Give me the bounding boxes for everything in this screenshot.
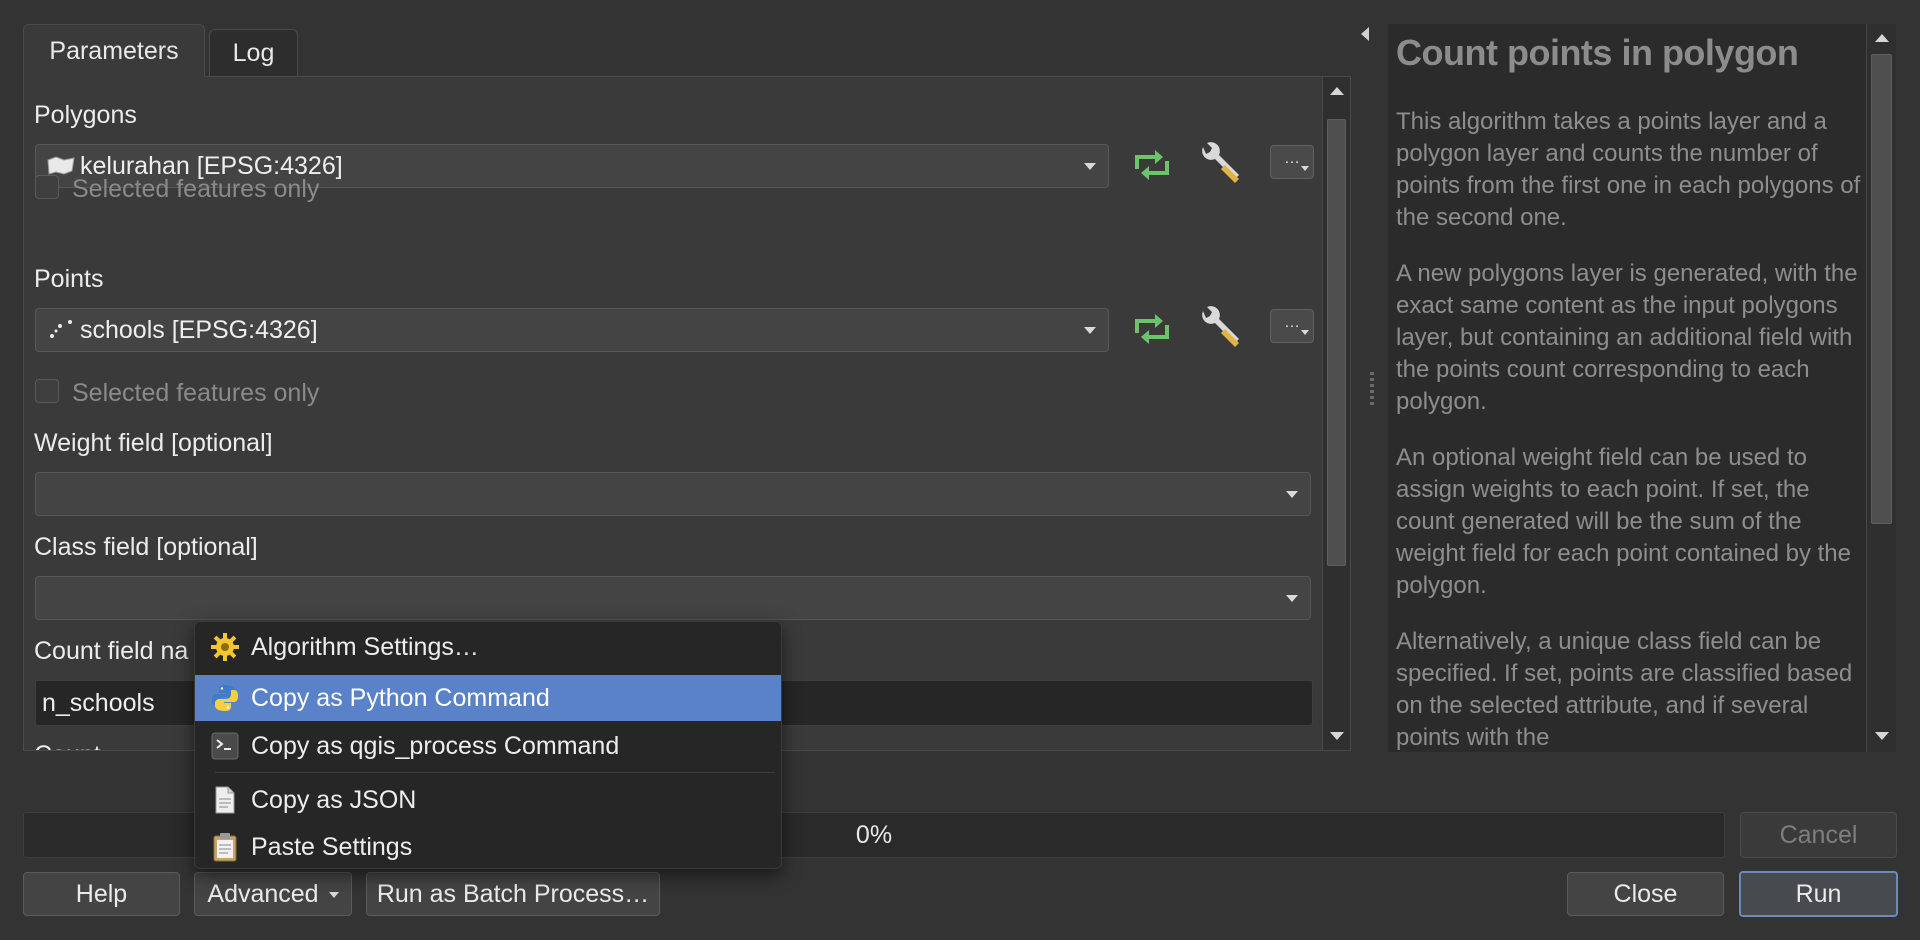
menu-item-copy-json[interactable]: Copy as JSON [195, 777, 781, 823]
splitter-handle[interactable] [1370, 372, 1374, 406]
weight-field-combobox[interactable] [35, 472, 1311, 516]
advanced-button[interactable]: Advanced [194, 872, 352, 916]
polygon-layer-icon [46, 155, 76, 177]
help-paragraph-4: Alternatively, a unique class field can … [1396, 628, 1853, 751]
tab-log[interactable]: Log [209, 29, 298, 76]
points-selected-only-label: Selected features only [72, 379, 320, 407]
class-field-label: Class field [optional] [34, 533, 258, 561]
scroll-up-icon[interactable] [1874, 34, 1889, 42]
close-button[interactable]: Close [1567, 872, 1724, 916]
chevron-down-icon [1301, 166, 1309, 171]
cancel-button[interactable]: Cancel [1740, 812, 1897, 858]
weight-field-label: Weight field [optional] [34, 429, 273, 457]
menu-item-copy-python[interactable]: Copy as Python Command [195, 675, 781, 721]
wrench-icon [1195, 139, 1245, 194]
run-button[interactable]: Run [1739, 871, 1898, 917]
chevron-down-icon [1084, 327, 1096, 334]
scrollbar-thumb[interactable] [1327, 119, 1346, 566]
wrench-icon [1195, 303, 1245, 358]
class-field-combobox[interactable] [35, 576, 1311, 620]
polygons-settings-button[interactable] [1194, 141, 1246, 191]
menu-separator [215, 772, 775, 773]
polygons-browse-button[interactable]: … [1270, 145, 1314, 179]
run-batch-button[interactable]: Run as Batch Process… [366, 872, 660, 916]
gear-icon [209, 631, 241, 663]
points-combobox[interactable]: schools [EPSG:4326] [35, 308, 1109, 352]
scrollbar-thumb[interactable] [1871, 54, 1892, 524]
count-field-label: Count field na [34, 637, 189, 665]
help-paragraph-1: This algorithm takes a points layer and … [1396, 108, 1861, 231]
scroll-down-icon[interactable] [1329, 732, 1344, 740]
collapse-help-icon[interactable] [1361, 27, 1369, 41]
points-value: schools [EPSG:4326] [80, 315, 318, 344]
scroll-down-icon[interactable] [1874, 732, 1889, 740]
polygons-selected-only-checkbox[interactable] [35, 175, 59, 199]
help-scrollbar[interactable] [1866, 24, 1896, 752]
menu-item-copy-qgis-process[interactable]: Copy as qgis_process Command [195, 723, 781, 769]
polygons-selected-only-label: Selected features only [72, 175, 320, 203]
help-panel: Count points in polygon This algorithm t… [1388, 24, 1866, 752]
help-title: Count points in polygon [1396, 32, 1799, 73]
refresh-icon [1129, 309, 1175, 354]
menu-item-paste-settings[interactable]: Paste Settings [195, 824, 781, 870]
document-icon [209, 784, 241, 816]
help-button[interactable]: Help [23, 872, 180, 916]
clipboard-icon [209, 831, 241, 863]
count-cut-label: Count [34, 741, 101, 750]
iterate-polygons-button[interactable] [1127, 145, 1177, 189]
points-label: Points [34, 265, 104, 293]
advanced-menu: Algorithm Settings… Copy as Python Comma… [194, 621, 782, 869]
help-paragraph-3: An optional weight field can be used to … [1396, 444, 1851, 599]
chevron-down-icon [1301, 330, 1309, 335]
params-scrollbar[interactable] [1322, 77, 1350, 750]
menu-item-algorithm-settings[interactable]: Algorithm Settings… [195, 624, 781, 670]
refresh-icon [1129, 145, 1175, 190]
iterate-points-button[interactable] [1127, 309, 1177, 353]
chevron-down-icon [1084, 163, 1096, 170]
terminal-icon [209, 730, 241, 762]
polygons-label: Polygons [34, 101, 137, 129]
python-icon [209, 682, 241, 714]
chevron-down-icon [1286, 491, 1298, 498]
chevron-down-icon [328, 892, 339, 898]
points-settings-button[interactable] [1194, 305, 1246, 355]
chevron-down-icon [1286, 595, 1298, 602]
points-browse-button[interactable]: … [1270, 309, 1314, 343]
points-selected-only-checkbox[interactable] [35, 379, 59, 403]
point-layer-icon [46, 318, 76, 342]
help-paragraph-2: A new polygons layer is generated, with … [1396, 260, 1858, 415]
tab-parameters[interactable]: Parameters [23, 24, 205, 77]
scroll-up-icon[interactable] [1329, 87, 1344, 95]
